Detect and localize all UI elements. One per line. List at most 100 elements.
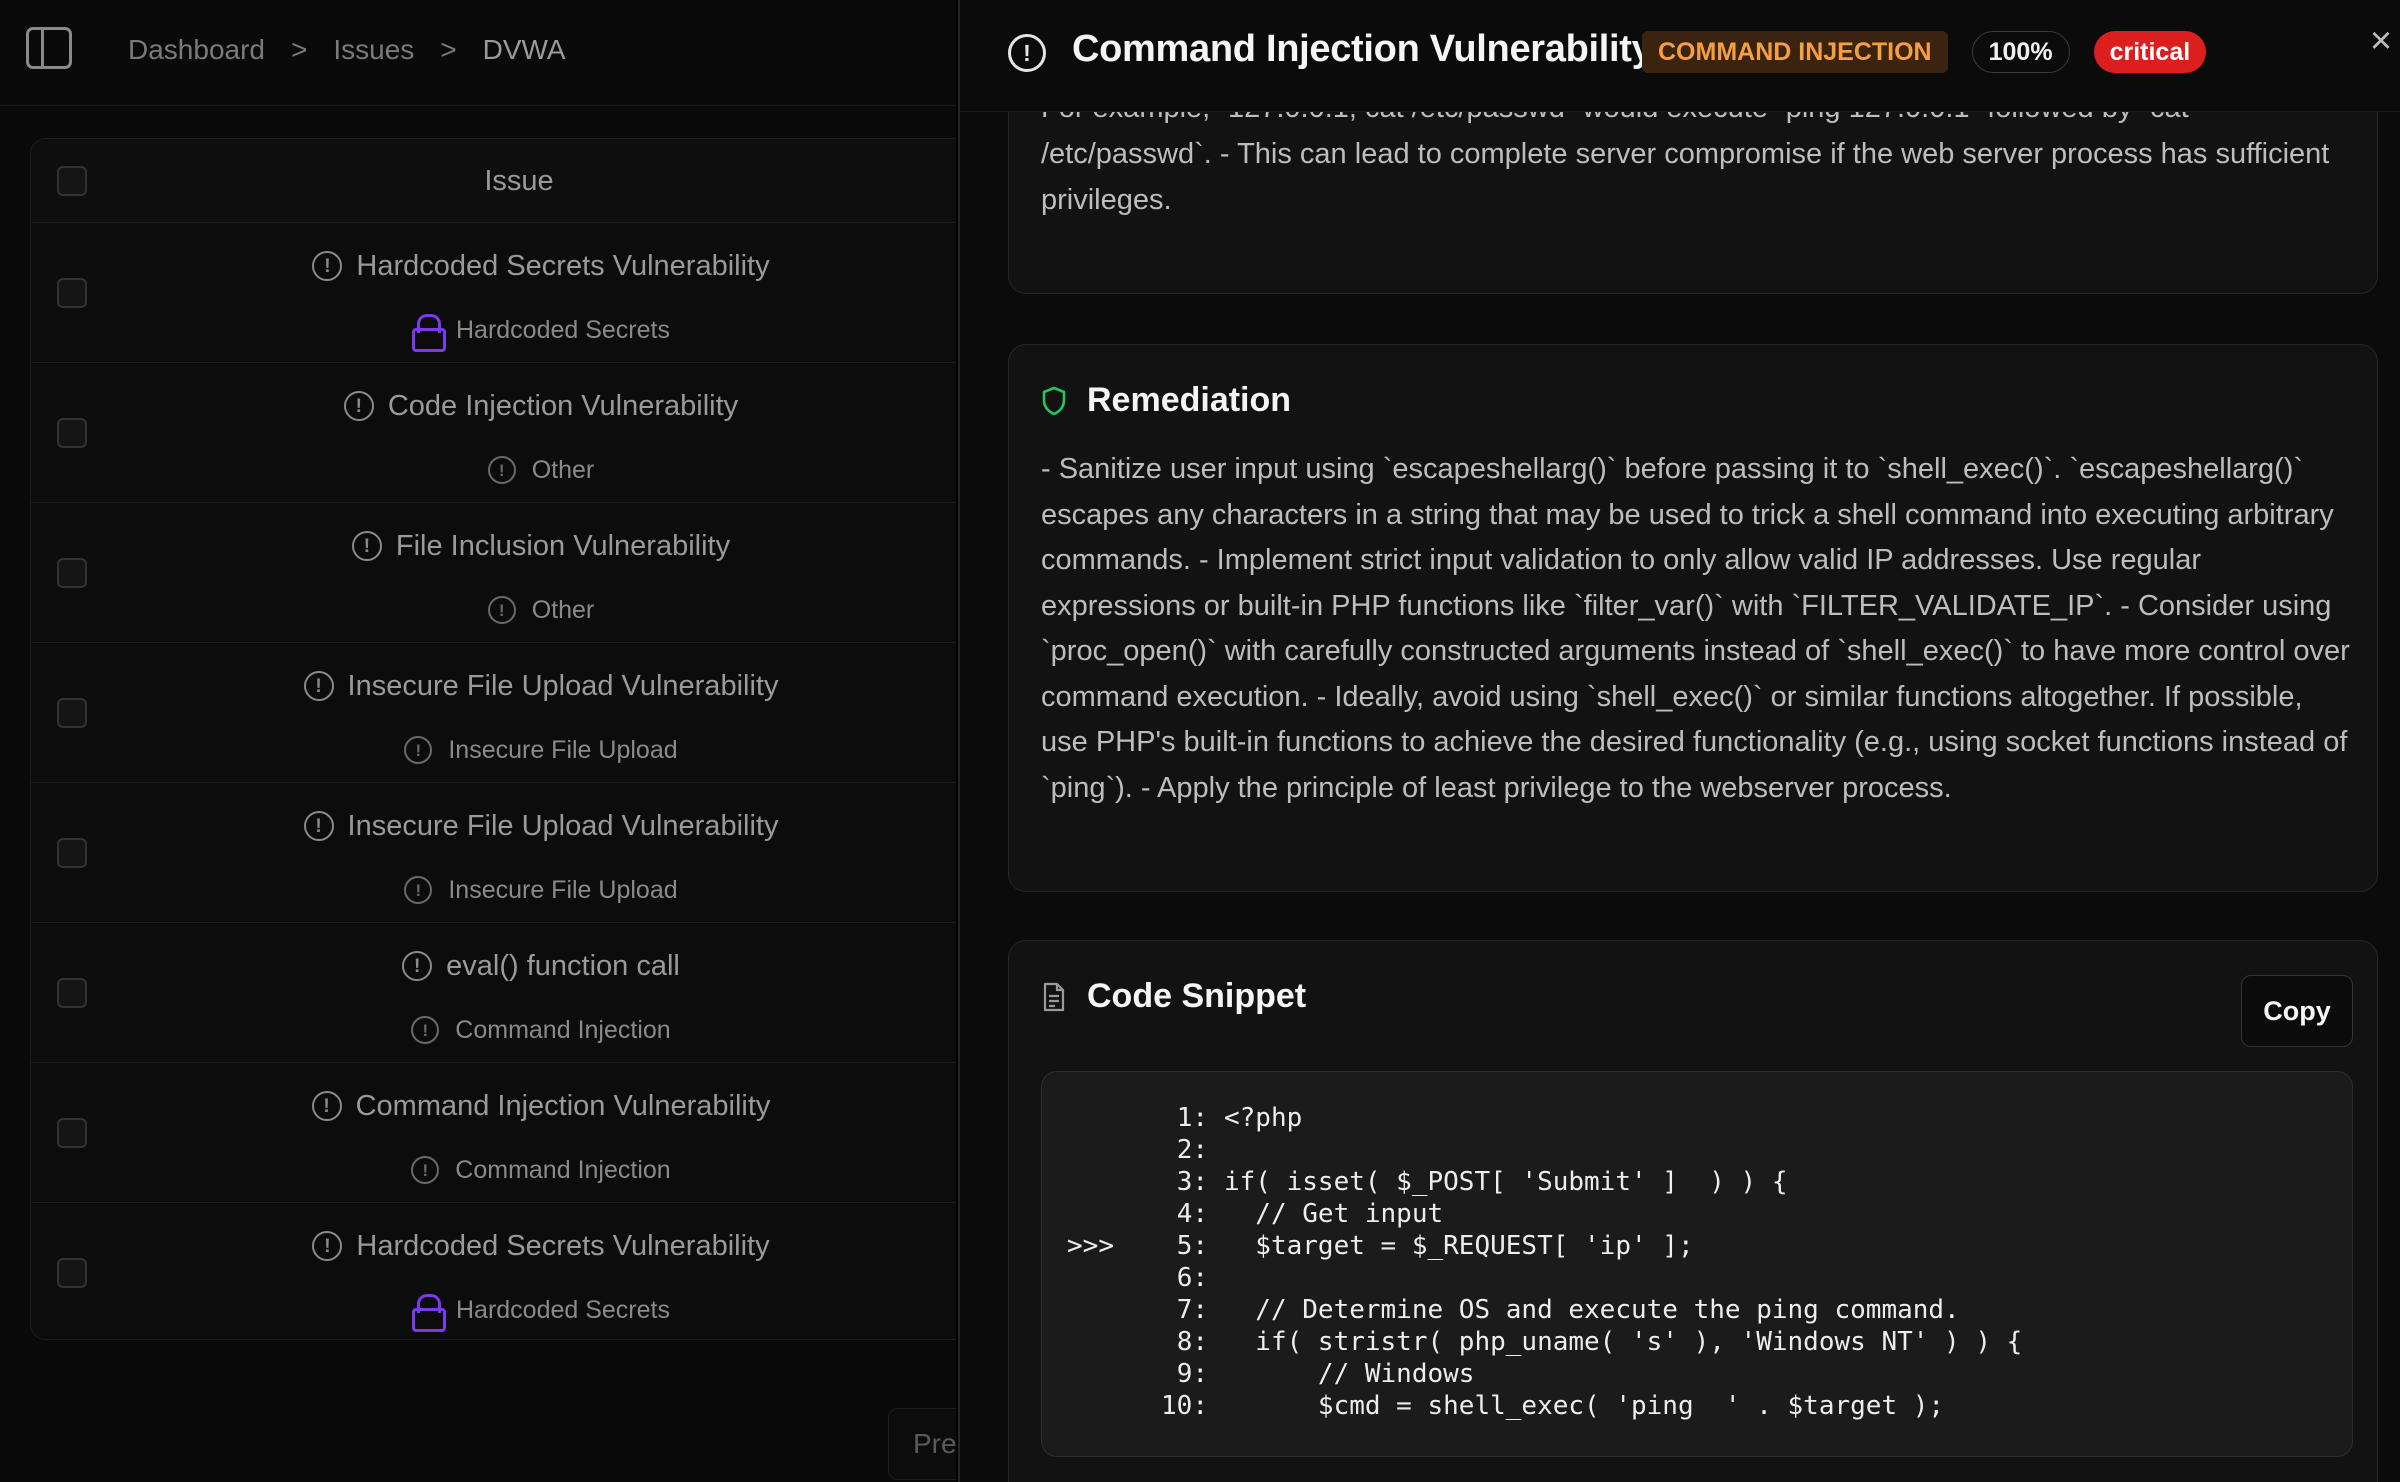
line-marker [1042, 1102, 1114, 1134]
code-line: 3: if( isset( $_POST[ 'Submit' ] ) ) { [1042, 1166, 2352, 1198]
issue-title[interactable]: ! Code Injection Vulnerability [31, 385, 956, 427]
breadcrumb-issues[interactable]: Issues [333, 34, 414, 66]
issue-category-text: Hardcoded Secrets [455, 315, 670, 344]
previous-page-button[interactable]: Pre [888, 1408, 956, 1480]
code-line: 8: if( stristr( php_uname( 's' ), 'Windo… [1042, 1326, 2352, 1358]
issue-category-text: Command Injection [455, 1155, 671, 1184]
line-marker [1042, 1294, 1114, 1326]
issue-title[interactable]: ! Insecure File Upload Vulnerability [31, 805, 956, 847]
alert-circle-icon: ! [343, 391, 374, 421]
table-row[interactable]: ! Command Injection Vulnerability! Command… [31, 1063, 956, 1203]
breadcrumb-separator: > [440, 34, 457, 65]
issue-category: Hardcoded Secrets [31, 1293, 956, 1332]
issue-category-text: Hardcoded Secrets [455, 1295, 670, 1324]
issue-title[interactable]: ! Hardcoded Secrets Vulnerability [31, 1225, 956, 1267]
issue-title[interactable]: ! Hardcoded Secrets Vulnerability [31, 245, 956, 287]
file-text-icon [1041, 982, 1067, 1012]
close-icon[interactable]: × [2364, 22, 2398, 60]
line-code: // Get input [1224, 1199, 1444, 1229]
alert-circle-icon: ! [303, 671, 334, 701]
line-marker [1042, 1198, 1114, 1230]
column-header-issue[interactable]: Issue [31, 139, 956, 223]
line-marker [1042, 1390, 1114, 1422]
top-bar: Dashboard > Issues > DVWA [0, 0, 956, 106]
alert-circle-icon: ! [487, 596, 516, 624]
alert-circle-icon: ! [351, 531, 382, 561]
line-number: 9: [1176, 1359, 1208, 1389]
issue-title[interactable]: ! Insecure File Upload Vulnerability [31, 665, 956, 707]
issue-title-text: Insecure File Upload Vulnerability [347, 669, 779, 702]
line-number: 4: [1176, 1199, 1208, 1229]
issue-category-text: Insecure File Upload [448, 735, 678, 764]
alert-circle-icon: ! [312, 1231, 343, 1261]
table-body: ! Hardcoded Secrets Vulnerability Hardcode… [31, 223, 956, 1339]
issue-title-text: Hardcoded Secrets Vulnerability [356, 249, 770, 282]
code-snippet-header: Code Snippet [1041, 977, 1306, 1016]
alert-circle-icon: ! [311, 1091, 342, 1121]
remediation-text: - Sanitize user input using `escapeshell… [1041, 453, 2350, 804]
alert-circle-icon: ! [312, 251, 343, 281]
issue-category-text: Command Injection [455, 1015, 671, 1044]
line-code: $target = $_REQUEST[ 'ip' ]; [1224, 1231, 1694, 1261]
table-row[interactable]: ! Insecure File Upload Vulnerability! Inse… [31, 643, 956, 783]
code-line: 9: // Windows [1042, 1358, 2352, 1390]
issue-category-text: Other [531, 455, 595, 484]
lock-icon [411, 314, 446, 352]
code-line: 6: [1042, 1262, 2352, 1294]
sidebar-toggle-icon[interactable] [26, 27, 72, 69]
issue-category-text: Other [531, 595, 595, 624]
table-row[interactable]: ! Hardcoded Secrets Vulnerability Hardcode… [31, 223, 956, 363]
line-marker [1042, 1358, 1114, 1390]
issues-page: Dashboard > Issues > DVWA Issue ! Hardcod… [0, 0, 956, 1482]
alert-circle-icon: ! [411, 1016, 440, 1044]
issue-category-text: Insecure File Upload [448, 875, 678, 904]
issue-title-text: eval() function call [446, 949, 680, 982]
breadcrumb-dashboard[interactable]: Dashboard [128, 34, 265, 66]
line-marker [1042, 1134, 1114, 1166]
line-code: // Determine OS and execute the ping com… [1224, 1295, 1960, 1325]
badge-group: COMMAND INJECTION 100% critical [1642, 31, 2207, 73]
shield-icon [1041, 386, 1067, 416]
line-code: <?php [1224, 1103, 1303, 1133]
severity-badge: critical [2093, 31, 2207, 73]
issue-title[interactable]: ! eval() function call [31, 945, 956, 987]
table-row[interactable]: ! File Inclusion Vulnerability! Other [31, 503, 956, 643]
issue-title-text: Code Injection Vulnerability [387, 389, 739, 422]
issue-title[interactable]: ! Command Injection Vulnerability [31, 1085, 956, 1127]
table-row[interactable]: ! Hardcoded Secrets Vulnerability Hardcode… [31, 1203, 956, 1339]
issue-title-text: Command Injection Vulnerability [355, 1089, 771, 1122]
line-number: 2: [1176, 1135, 1208, 1165]
app-root: Dashboard > Issues > DVWA Issue ! Hardcod… [0, 0, 2400, 1482]
drawer-header: ! Command Injection Vulnerability COMMAN… [960, 0, 2400, 112]
drawer-title: Command Injection Vulnerability [1072, 28, 1653, 70]
line-code: $cmd = shell_exec( 'ping ' . $target ); [1224, 1391, 1945, 1421]
issue-title[interactable]: ! File Inclusion Vulnerability [31, 525, 956, 567]
issue-category: ! Command Injection [31, 1153, 956, 1187]
line-number: 5: [1176, 1231, 1208, 1261]
code-line: 7: // Determine OS and execute the ping … [1042, 1294, 2352, 1326]
table-header: Issue [31, 139, 956, 223]
table-row[interactable]: ! Insecure File Upload Vulnerability! Inse… [31, 783, 956, 923]
line-marker [1042, 1326, 1114, 1358]
issue-category: Hardcoded Secrets [31, 313, 956, 352]
line-number: 3: [1176, 1167, 1208, 1197]
issue-title-text: Hardcoded Secrets Vulnerability [356, 1229, 770, 1262]
alert-circle-icon: ! [487, 456, 516, 484]
issues-table: Issue ! Hardcoded Secrets Vulnerability Ha… [30, 138, 956, 1340]
alert-circle-icon: ! [411, 1156, 440, 1184]
line-number: 8: [1176, 1327, 1208, 1357]
table-row[interactable]: ! eval() function call! Command Injection [31, 923, 956, 1063]
issue-category: ! Insecure File Upload [31, 873, 956, 907]
line-number: 1: [1176, 1103, 1208, 1133]
code-line: 4: // Get input [1042, 1198, 2352, 1230]
code-block[interactable]: 1: <?php 2: 3: if( isset( $_POST[ 'Submit' ]… [1041, 1071, 2353, 1457]
line-code: if( stristr( php_uname( 's' ), 'Windows … [1224, 1327, 2023, 1357]
line-marker [1042, 1166, 1114, 1198]
issue-category: ! Command Injection [31, 1013, 956, 1047]
alert-circle-icon: ! [402, 951, 433, 981]
table-row[interactable]: ! Code Injection Vulnerability! Other [31, 363, 956, 503]
copy-button[interactable]: Copy [2241, 975, 2353, 1047]
alert-circle-icon: ! [404, 876, 433, 904]
